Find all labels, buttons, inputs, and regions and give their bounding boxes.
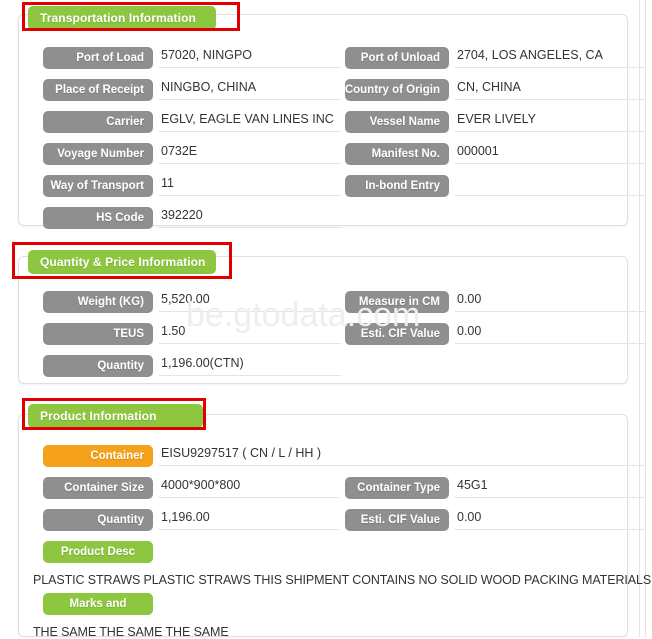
field-label: Carrier — [43, 111, 153, 133]
product-desc-label[interactable]: Product Desc — [43, 541, 153, 563]
field-value[interactable]: 4000*900*800 — [159, 477, 339, 498]
field-value[interactable]: 1.50 — [159, 323, 341, 344]
field-label: Measure in CM — [345, 291, 449, 313]
field-label: Port of Unload — [345, 47, 449, 69]
field-value[interactable]: CN, CHINA — [455, 79, 645, 100]
field-value[interactable]: 1,196.00(CTN) — [159, 355, 341, 376]
section-header-quantity-price[interactable]: Quantity & Price Information — [28, 250, 216, 274]
field-value[interactable]: 5,520.00 — [159, 291, 341, 312]
product-panel: Container EISU9297517 ( CN / L / HH ) Co… — [18, 414, 652, 639]
field-value[interactable]: 11 — [159, 175, 341, 196]
field-value[interactable]: 0732E — [159, 143, 341, 164]
field-label: Place of Receipt — [43, 79, 153, 101]
field-value[interactable]: EISU9297517 ( CN / L / HH ) — [159, 445, 645, 466]
field-value[interactable]: 2704, LOS ANGELES, CA — [455, 47, 645, 68]
field-label: Quantity — [43, 355, 153, 377]
field-label: Quantity — [43, 509, 153, 531]
field-label: Container Type — [345, 477, 449, 499]
field-value[interactable]: 1,196.00 — [159, 509, 339, 530]
field-value[interactable] — [455, 175, 645, 196]
field-label: Vessel Name — [345, 111, 449, 133]
section-header-transportation[interactable]: Transportation Information — [28, 6, 216, 30]
quantity-price-panel: Weight (KG) 5,520.00 TEUS 1.50 Quantity … — [18, 256, 645, 384]
field-label: Weight (KG) — [43, 291, 153, 313]
field-label: Manifest No. — [345, 143, 449, 165]
shipment-record-page: Port of Load 57020, NINGPO Place of Rece… — [0, 0, 652, 639]
field-value[interactable]: 57020, NINGPO — [159, 47, 341, 68]
transportation-panel: Port of Load 57020, NINGPO Place of Rece… — [18, 14, 645, 229]
field-value[interactable]: 0.00 — [455, 323, 645, 344]
field-label: Container — [43, 445, 153, 467]
field-label: Esti. CIF Value — [345, 323, 449, 345]
field-label: Way of Transport — [43, 175, 153, 197]
field-value[interactable]: 0.00 — [455, 291, 645, 312]
field-label: Country of Origin — [345, 79, 449, 101]
field-value[interactable]: 392220 — [159, 207, 341, 228]
marks-and-label[interactable]: Marks and — [43, 593, 153, 615]
field-label: TEUS — [43, 323, 153, 345]
section-header-product[interactable]: Product Information — [28, 404, 203, 428]
field-value[interactable]: 0.00 — [455, 509, 645, 530]
field-value[interactable]: 45G1 — [455, 477, 645, 498]
field-label: In-bond Entry — [345, 175, 449, 197]
field-value[interactable]: EGLV, EAGLE VAN LINES INC — [159, 111, 341, 132]
field-value[interactable]: 000001 — [455, 143, 645, 164]
product-desc-text: PLASTIC STRAWS PLASTIC STRAWS THIS SHIPM… — [33, 573, 652, 587]
field-value[interactable]: EVER LIVELY — [455, 111, 645, 132]
field-label: Container Size — [43, 477, 153, 499]
field-label: Esti. CIF Value — [345, 509, 449, 531]
page-gutter-line-outer — [645, 0, 646, 637]
field-label: HS Code — [43, 207, 153, 229]
field-value[interactable]: NINGBO, CHINA — [159, 79, 341, 100]
field-label: Voyage Number — [43, 143, 153, 165]
field-label: Port of Load — [43, 47, 153, 69]
